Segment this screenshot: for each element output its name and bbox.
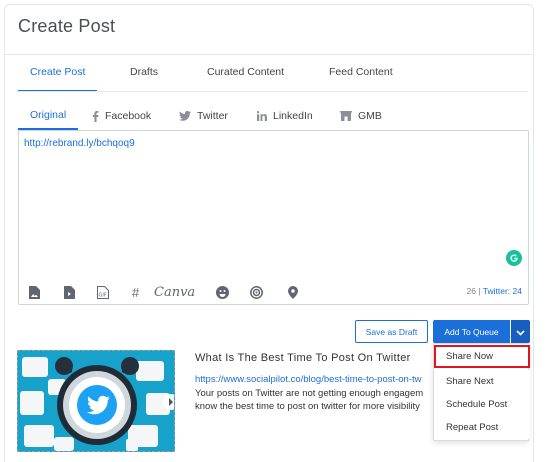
link-preview-title[interactable]: What Is The Best Time To Post On Twitter (195, 352, 411, 364)
link-preview-image (17, 350, 175, 452)
network-tab-label: Twitter (197, 110, 228, 122)
network-tab-original[interactable]: Original (18, 102, 79, 130)
svg-text:GIF: GIF (99, 292, 107, 298)
menu-item-schedule-post[interactable]: Schedule Post (434, 393, 530, 416)
menu-item-share-now[interactable]: Share Now (434, 345, 530, 368)
network-tab-label: GMB (358, 110, 382, 122)
post-editor[interactable]: http://rebrand.ly/bchqoq9 GIF # Canva 26… (18, 130, 529, 305)
twitter-icon (179, 111, 191, 121)
tab-feed-content[interactable]: Feed Content (329, 55, 393, 92)
queue-options-toggle[interactable] (511, 320, 530, 343)
target-icon[interactable] (250, 283, 263, 301)
save-draft-button[interactable]: Save as Draft (355, 320, 428, 343)
tab-curated-content[interactable]: Curated Content (207, 55, 284, 92)
chevron-down-icon (516, 323, 525, 341)
canva-icon[interactable]: Canva (154, 283, 195, 301)
queue-options-menu: Share Now Share Next Schedule Post Repea… (433, 343, 530, 441)
twitter-char-count: Twitter: 24 (482, 286, 522, 296)
linkedin-icon (257, 111, 267, 121)
page-title: Create Post (18, 16, 116, 36)
video-upload-icon[interactable] (64, 283, 75, 301)
description-line: know the best time to post on twitter fo… (195, 401, 420, 412)
image-upload-icon[interactable] (29, 283, 40, 301)
network-tab-linkedin[interactable]: LinkedIn (257, 102, 313, 130)
add-to-queue-button[interactable]: Add To Queue (433, 320, 510, 343)
tab-drafts[interactable]: Drafts (130, 55, 158, 92)
network-tabs: Original Facebook Twitter LinkedIn GMB (18, 102, 528, 130)
hashtag-icon[interactable]: # (132, 283, 139, 301)
grammarly-icon[interactable] (506, 250, 522, 266)
gif-icon[interactable]: GIF (97, 283, 109, 301)
network-tab-label: Original (30, 109, 67, 121)
location-icon[interactable] (288, 283, 298, 301)
tabs-divider (18, 91, 528, 92)
tab-create-post[interactable]: Create Post (18, 55, 98, 92)
char-count: 26 (466, 286, 476, 296)
character-counter: 26 | Twitter: 24 (467, 286, 523, 296)
network-tab-gmb[interactable]: GMB (340, 102, 382, 130)
menu-item-share-next[interactable]: Share Next (434, 370, 530, 393)
description-line: Your posts on Twitter are not getting en… (195, 388, 424, 399)
network-tab-label: Facebook (105, 110, 152, 122)
editor-content[interactable]: http://rebrand.ly/bchqoq9 (24, 138, 135, 149)
counter-separator: | (478, 286, 481, 296)
link-preview-description: Your posts on Twitter are not getting en… (195, 387, 435, 413)
network-tab-facebook[interactable]: Facebook (92, 102, 151, 130)
link-preview-url[interactable]: https://www.socialpilot.co/blog/best-tim… (195, 374, 435, 385)
emoji-icon[interactable] (216, 283, 229, 301)
facebook-icon (92, 110, 99, 122)
main-tabs: Create Post Drafts Curated Content Feed … (18, 55, 528, 92)
menu-item-repeat-post[interactable]: Repeat Post (434, 416, 530, 439)
network-tab-twitter[interactable]: Twitter (179, 102, 228, 130)
editor-toolbar: GIF # Canva (29, 283, 329, 301)
network-tab-label: LinkedIn (273, 110, 313, 122)
gmb-icon (340, 111, 352, 121)
